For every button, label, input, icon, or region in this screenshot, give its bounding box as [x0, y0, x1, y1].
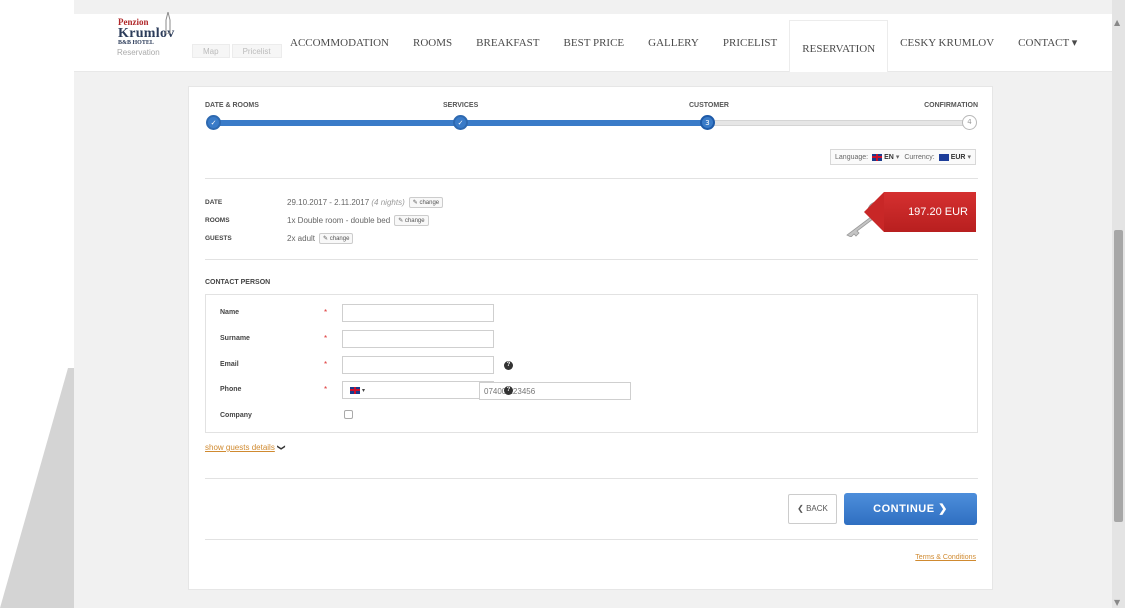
email-row: Email * ?: [206, 356, 977, 376]
nav-reservation[interactable]: RESERVATION: [789, 20, 889, 72]
subnav-map[interactable]: Map: [192, 44, 230, 58]
reservation-card: DATE & ROOMS SERVICES CUSTOMER CONFIRMAT…: [188, 86, 993, 590]
nav-rooms[interactable]: ROOMS: [401, 14, 464, 72]
scrollbar-thumb[interactable]: [1114, 230, 1123, 522]
company-row: Company: [206, 407, 977, 427]
nav-gallery[interactable]: GALLERY: [636, 14, 711, 72]
nights-count: (4 nights): [371, 198, 405, 207]
scroll-down-icon[interactable]: ▼: [1114, 598, 1120, 607]
divider: [205, 259, 978, 260]
contact-form: Name * Surname * Email * ? Phone * ▾ 074…: [205, 294, 978, 433]
language-select[interactable]: EN: [884, 154, 894, 161]
nav-accommodation[interactable]: ACCOMMODATION: [278, 14, 401, 72]
change-rooms-button[interactable]: ✎ change: [394, 215, 429, 226]
step-2-check-icon[interactable]: ✓: [453, 115, 468, 130]
continue-button[interactable]: CONTINUE ❯: [844, 493, 977, 525]
change-guests-button[interactable]: ✎ change: [319, 233, 354, 244]
step-label-confirmation: CONFIRMATION: [924, 102, 978, 109]
caret-down-icon: ▾: [895, 154, 900, 161]
terms-conditions-link[interactable]: Terms & Conditions: [915, 554, 976, 561]
surname-input[interactable]: [342, 330, 494, 348]
phone-input[interactable]: [479, 382, 631, 400]
scroll-up-icon[interactable]: ▲: [1114, 18, 1120, 27]
uk-flag-icon: [872, 153, 883, 161]
caret-down-icon: ▾: [967, 154, 971, 161]
email-input[interactable]: [342, 356, 494, 374]
nav-contact[interactable]: CONTACT ▾: [1006, 14, 1089, 72]
required-mark: *: [324, 360, 328, 369]
show-guests-details-link[interactable]: show guests details ❯: [205, 443, 286, 452]
phone-label: Phone: [220, 386, 242, 393]
change-label: change: [329, 236, 350, 242]
language-label: Language:: [835, 153, 869, 161]
guests-value: 2x adult: [287, 234, 316, 243]
date-value: 29.10.2017 - 2.11.2017 (4 nights): [287, 198, 405, 207]
step-labels: DATE & ROOMS SERVICES CUSTOMER CONFIRMAT…: [205, 102, 978, 114]
rooms-label: ROOMS: [205, 217, 230, 224]
divider: [205, 478, 978, 479]
total-price-tag: 197.20 EUR: [864, 192, 976, 232]
guests-label: GUESTS: [205, 235, 232, 242]
currency-select[interactable]: EUR: [951, 154, 966, 161]
phone-row: Phone * ▾ ?: [206, 381, 977, 401]
uk-flag-icon: [350, 386, 360, 394]
step-4-marker: 4: [962, 115, 977, 130]
divider: [205, 539, 978, 540]
summary-guests-row: GUESTS 2x adult ✎ change: [205, 233, 354, 244]
edit-icon: ✎: [398, 218, 405, 224]
nav-pricelist[interactable]: PRICELIST: [711, 14, 789, 72]
eu-flag-icon: [938, 153, 949, 161]
summary-date-row: DATE 29.10.2017 - 2.11.2017 (4 nights) ✎…: [205, 197, 444, 208]
chevron-down-icon: ❯: [276, 444, 286, 451]
contact-section-title: CONTACT PERSON: [205, 279, 271, 286]
back-button[interactable]: ❮ BACK: [788, 494, 837, 524]
company-label: Company: [220, 412, 252, 419]
step-label-date-rooms[interactable]: DATE & ROOMS: [205, 102, 259, 109]
tower-icon: [165, 12, 171, 34]
logo-line-3: B&B HOTEL: [118, 40, 154, 46]
show-guests-label: show guests details: [205, 443, 275, 452]
change-label: change: [419, 200, 440, 206]
divider: [205, 178, 978, 179]
nav-best-price[interactable]: BEST PRICE: [552, 14, 637, 72]
required-mark: *: [324, 385, 328, 394]
caret-down-icon: ▾: [362, 387, 366, 394]
sub-navigation: Reservation Map Pricelist: [117, 44, 284, 58]
phone-help-icon[interactable]: ?: [504, 386, 513, 395]
company-checkbox[interactable]: [344, 410, 353, 419]
surname-row: Surname *: [206, 330, 977, 350]
rooms-value: 1x Double room - double bed: [287, 216, 391, 225]
step-label-customer: CUSTOMER: [689, 102, 729, 109]
name-input[interactable]: [342, 304, 494, 322]
nav-cesky-krumlov[interactable]: CESKY KRUMLOV: [888, 14, 1006, 72]
required-mark: *: [324, 308, 328, 317]
phone-country-select[interactable]: ▾: [343, 382, 370, 398]
change-date-button[interactable]: ✎ change: [408, 197, 444, 208]
date-label: DATE: [205, 199, 223, 206]
email-label: Email: [220, 361, 239, 368]
step-3-marker: 3: [700, 115, 715, 130]
name-row: Name *: [206, 304, 977, 324]
subnav-reservation[interactable]: Reservation: [117, 48, 160, 62]
name-label: Name: [220, 309, 240, 316]
decorative-slant: [0, 368, 74, 608]
step-label-services[interactable]: SERVICES: [443, 102, 478, 109]
currency-label: Currency:: [904, 153, 935, 161]
subnav-pricelist[interactable]: Pricelist: [231, 44, 282, 58]
change-label: change: [404, 218, 425, 224]
surname-label: Surname: [220, 335, 250, 342]
progress-track-remaining: [709, 120, 969, 126]
date-range: 29.10.2017 - 2.11.2017: [287, 198, 370, 207]
required-mark: *: [324, 334, 328, 343]
main-navigation: ACCOMMODATION ROOMS BREAKFAST BEST PRICE…: [278, 14, 1089, 72]
nav-breakfast[interactable]: BREAKFAST: [464, 14, 551, 72]
summary-rooms-row: ROOMS 1x Double room - double bed ✎ chan…: [205, 215, 429, 226]
email-help-icon[interactable]: ?: [504, 361, 513, 370]
site-logo[interactable]: Penzion Krumlov B&B HOTEL: [118, 12, 188, 52]
phone-field: ▾: [342, 381, 631, 400]
locale-selector: Language: EN ▾ Currency: EUR ▾: [830, 149, 976, 165]
step-1-check-icon[interactable]: ✓: [206, 115, 221, 130]
edit-icon: ✎: [323, 236, 330, 242]
